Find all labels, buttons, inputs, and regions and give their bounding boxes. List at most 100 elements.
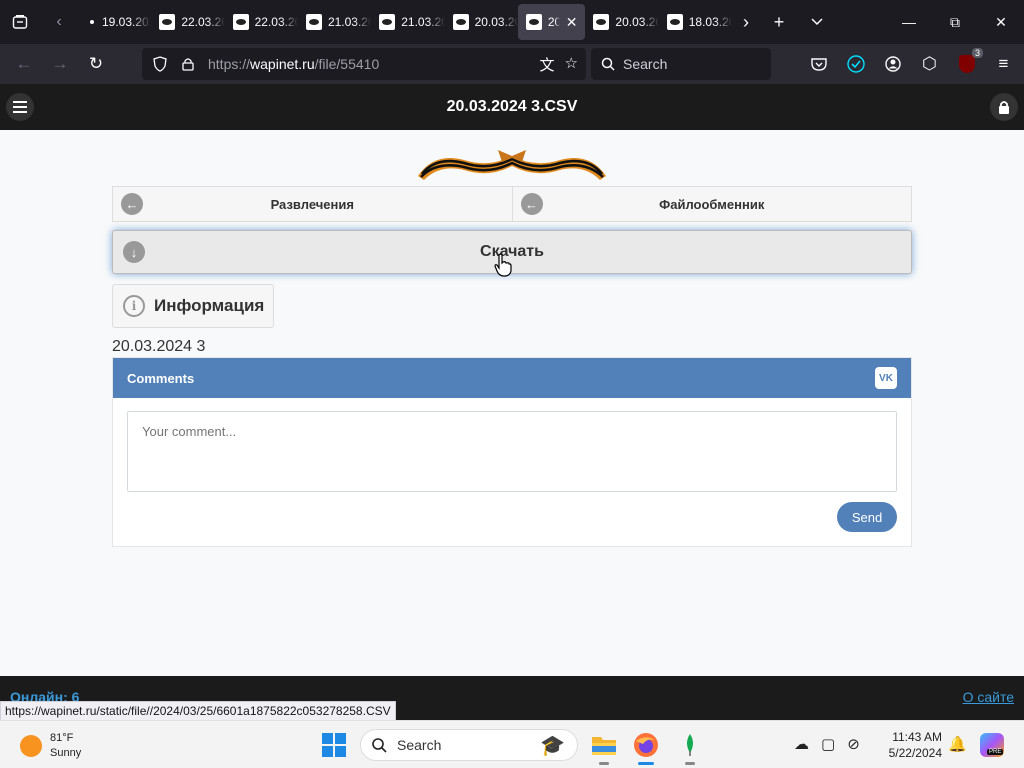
weather-condition: Sunny bbox=[50, 747, 82, 759]
url-scheme: https:// bbox=[208, 56, 251, 72]
url-bar[interactable]: https://wapinet.ru/file/55410 文 ☆ bbox=[142, 48, 586, 80]
extension-badge: 3 bbox=[971, 48, 983, 58]
translate-icon[interactable]: 文 bbox=[540, 54, 555, 75]
back-arrow-icon[interactable]: ← bbox=[6, 44, 42, 84]
site-header: 20.03.2024 3.CSV bbox=[0, 84, 1024, 130]
hand-cursor-icon bbox=[494, 253, 512, 277]
about-link[interactable]: О сайте bbox=[963, 689, 1014, 705]
file-explorer-icon[interactable] bbox=[590, 731, 618, 765]
browser-tab[interactable]: 20.03.2024 3.CSV bbox=[445, 4, 518, 40]
sync-check-icon[interactable] bbox=[837, 44, 874, 84]
nav-entertainment-label: Развлечения bbox=[270, 196, 354, 212]
extensions-puzzle-icon[interactable]: ⬡ bbox=[911, 44, 948, 84]
tab-scroll-left-icon[interactable]: ‹ bbox=[40, 0, 78, 44]
search-icon bbox=[601, 57, 615, 71]
comments-header: Comments VK bbox=[113, 358, 911, 398]
taskbar-search-placeholder: Search bbox=[397, 737, 442, 753]
download-button[interactable]: ↓ Скачать bbox=[112, 230, 912, 274]
browser-tab[interactable]: 22.03.2024 3.CSV bbox=[151, 4, 225, 40]
bookmark-star-icon[interactable]: ☆ bbox=[565, 54, 578, 75]
copilot-pre-badge: PRE bbox=[987, 749, 1004, 755]
tab-title: 20.03.2024 3.CSV bbox=[547, 15, 560, 29]
weather-temp: 81°F bbox=[50, 732, 74, 744]
arrow-left-circle-icon: ← bbox=[121, 193, 143, 215]
firefox-icon[interactable] bbox=[632, 731, 660, 765]
browser-tab[interactable]: 18.03.2024 3.CSV bbox=[659, 4, 732, 40]
vk-logo-icon[interactable]: VK bbox=[875, 367, 897, 389]
nav-file-exchange-label: Файлообменник bbox=[659, 196, 765, 212]
browser-tab[interactable]: 21.03.2024 3.CSV bbox=[298, 4, 371, 40]
eye-favicon-icon bbox=[666, 14, 683, 30]
sun-icon bbox=[20, 735, 42, 757]
restore-icon[interactable]: ⧉ bbox=[932, 0, 978, 44]
url-path: /file/55410 bbox=[314, 56, 380, 72]
tab-strip: 19.03.2024 3.CSV 22.03.2024 3.CSV 22.03.20… bbox=[78, 0, 732, 44]
tab-title: 22.03.2024 3.CSV bbox=[254, 15, 298, 29]
eye-favicon-icon bbox=[452, 14, 469, 30]
mongodb-compass-icon[interactable] bbox=[676, 731, 704, 765]
arrow-down-circle-icon: ↓ bbox=[123, 241, 145, 263]
tab-audio-dot-icon bbox=[90, 20, 94, 24]
tab-scroll-right-icon[interactable]: › bbox=[732, 0, 760, 44]
comment-input[interactable] bbox=[127, 411, 897, 492]
eye-favicon-icon bbox=[379, 14, 396, 30]
nav-file-exchange-button[interactable]: ← Файлообменник bbox=[512, 186, 912, 222]
browser-tab-bar: ‹ 19.03.2024 3.CSV 22.03.2024 3.CSV 22.03.… bbox=[0, 0, 1024, 44]
browser-tab[interactable]: 20.03.2024 3.CSV bbox=[585, 4, 659, 40]
firefox-view-icon[interactable] bbox=[0, 0, 40, 44]
notification-bell-icon[interactable]: 🔔 bbox=[948, 735, 967, 753]
reload-icon[interactable]: ↻ bbox=[78, 44, 114, 84]
search-icon bbox=[372, 738, 387, 753]
clock[interactable]: 11:43 AM 5/22/2024 bbox=[880, 729, 942, 761]
eye-favicon-icon bbox=[232, 14, 249, 30]
send-button[interactable]: Send bbox=[837, 502, 897, 532]
close-window-icon[interactable]: ✕ bbox=[978, 0, 1024, 44]
hamburger-menu-icon[interactable]: ≡ bbox=[985, 44, 1022, 84]
vk-comments-widget: Comments VK Send bbox=[112, 357, 912, 547]
browser-tab[interactable]: 19.03.2024 3.CSV bbox=[78, 4, 151, 40]
comments-title: Comments bbox=[127, 370, 195, 386]
windows-start-icon[interactable] bbox=[322, 733, 346, 757]
display-icon[interactable]: ▢ bbox=[821, 735, 835, 753]
login-lock-icon[interactable] bbox=[990, 93, 1018, 121]
arrow-left-circle-icon: ← bbox=[520, 193, 543, 215]
browser-search-box[interactable]: Search bbox=[591, 48, 771, 80]
browser-tab[interactable]: 22.03.2024 3.CSV bbox=[225, 4, 298, 40]
eye-favicon-icon bbox=[593, 14, 610, 30]
list-all-tabs-chevron-icon[interactable] bbox=[798, 0, 836, 44]
close-tab-icon[interactable]: ✕ bbox=[566, 14, 578, 31]
information-label: Информация bbox=[154, 296, 265, 315]
clock-date: 5/22/2024 bbox=[888, 746, 942, 760]
site-menu-icon[interactable] bbox=[6, 93, 34, 121]
nav-entertainment-button[interactable]: ← Развлечения bbox=[112, 186, 513, 222]
onedrive-offline-icon[interactable]: ☁ bbox=[794, 735, 809, 753]
windows-taskbar: 81°F Sunny Search 🎓 ☁ ▢ ⊘ 11:43 AM 5/22/… bbox=[0, 720, 1024, 768]
info-icon: i bbox=[123, 295, 145, 317]
browser-tab[interactable]: 20.03.2024 3.CSV ✕ bbox=[517, 4, 586, 40]
information-button[interactable]: i Информация bbox=[112, 284, 274, 328]
tracking-protection-shield-icon[interactable] bbox=[146, 56, 174, 72]
tab-title: 21.03.2024 3.CSV bbox=[401, 15, 444, 29]
minimize-icon[interactable]: — bbox=[886, 0, 932, 44]
pocket-icon[interactable] bbox=[800, 44, 837, 84]
tab-title: 18.03.2024 3.CSV bbox=[688, 15, 732, 29]
browser-search-placeholder: Search bbox=[623, 56, 668, 72]
eye-favicon-icon bbox=[525, 14, 542, 30]
weather-widget[interactable]: 81°F Sunny bbox=[20, 731, 81, 761]
eye-favicon-icon bbox=[159, 14, 176, 30]
tab-title: 20.03.2024 3.CSV bbox=[474, 15, 518, 29]
account-icon[interactable] bbox=[874, 44, 911, 84]
padlock-icon[interactable] bbox=[174, 57, 202, 71]
forward-arrow-icon[interactable]: → bbox=[42, 44, 78, 84]
section-nav: ← Развлечения ← Файлообменник bbox=[112, 186, 912, 222]
tab-title: 21.03.2024 3.CSV bbox=[327, 15, 371, 29]
network-muted-icon[interactable]: ⊘ bbox=[847, 735, 860, 753]
browser-tab[interactable]: 21.03.2024 3.CSV bbox=[371, 4, 445, 40]
eye-favicon-icon bbox=[305, 14, 322, 30]
url-text[interactable]: https://wapinet.ru/file/55410 bbox=[208, 56, 379, 72]
tab-title: 20.03.2024 3.CSV bbox=[615, 15, 658, 29]
ublock-origin-icon[interactable]: 3 bbox=[948, 44, 985, 84]
new-tab-plus-icon[interactable]: + bbox=[760, 0, 798, 44]
system-tray: ☁ ▢ ⊘ bbox=[794, 735, 860, 753]
taskbar-search-box[interactable]: Search 🎓 bbox=[360, 729, 578, 761]
